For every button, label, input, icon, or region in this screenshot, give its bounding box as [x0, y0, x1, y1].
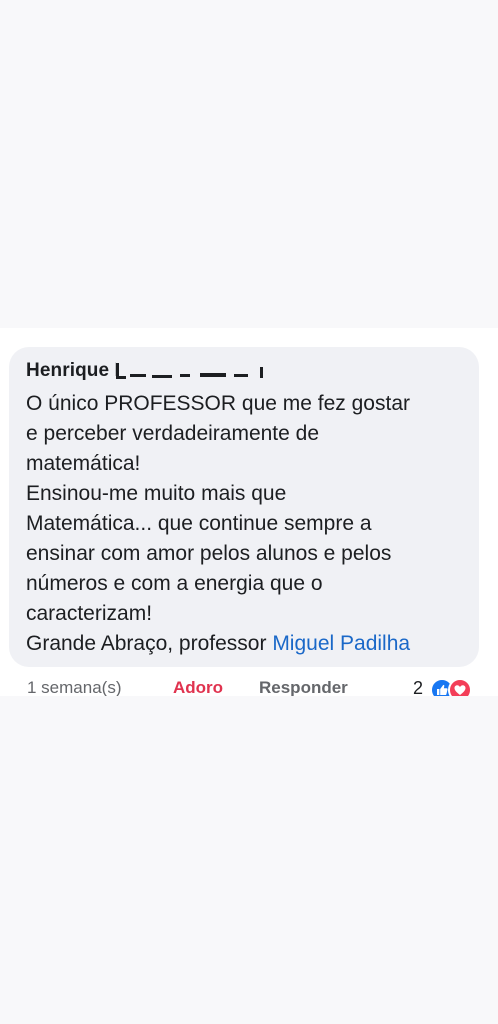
redacted-surname [116, 361, 263, 383]
reply-button[interactable]: Responder [259, 678, 348, 696]
comment-line: números e com a energia que o [26, 572, 323, 595]
author-name[interactable]: Henrique L [26, 360, 126, 381]
comment-line: ensinar com amor pelos alunos e pelos [26, 542, 392, 565]
comment-line: O único PROFESSOR que me fez gostar [26, 392, 410, 415]
reaction-count[interactable]: 2 [413, 678, 423, 696]
comment-line: Ensinou-me muito mais que [26, 482, 287, 505]
blank-area-bottom [0, 696, 498, 1024]
comment-line: e perceber verdadeiramente de [26, 422, 320, 445]
comment-timestamp[interactable]: 1 semana(s) [27, 678, 121, 696]
comment-line: matemática! [26, 452, 141, 475]
comment-line: Matemática... que continue sempre a [26, 512, 372, 535]
blank-area-top [0, 0, 498, 328]
comment-text: O único PROFESSOR que me fez gostar e pe… [26, 389, 476, 659]
heart-icon [448, 678, 472, 696]
reaction-button[interactable]: Adoro [173, 678, 223, 696]
comment-bubble: Henrique L O único PROFESSOR que me fez … [9, 347, 479, 667]
comment-line: caracterizam! [26, 602, 153, 625]
closing-text: Grande Abraço, professor [26, 632, 273, 655]
comment-author[interactable]: Henrique L [26, 360, 126, 382]
comment-line-closing: Grande Abraço, professor Miguel Padilha [26, 629, 476, 659]
comment-actions: 1 semana(s) Adoro Responder 2 [0, 678, 498, 696]
reaction-summary[interactable] [430, 678, 482, 696]
mention-link[interactable]: Miguel Padilha [272, 632, 410, 655]
comment-panel: Henrique L O único PROFESSOR que me fez … [0, 328, 498, 696]
